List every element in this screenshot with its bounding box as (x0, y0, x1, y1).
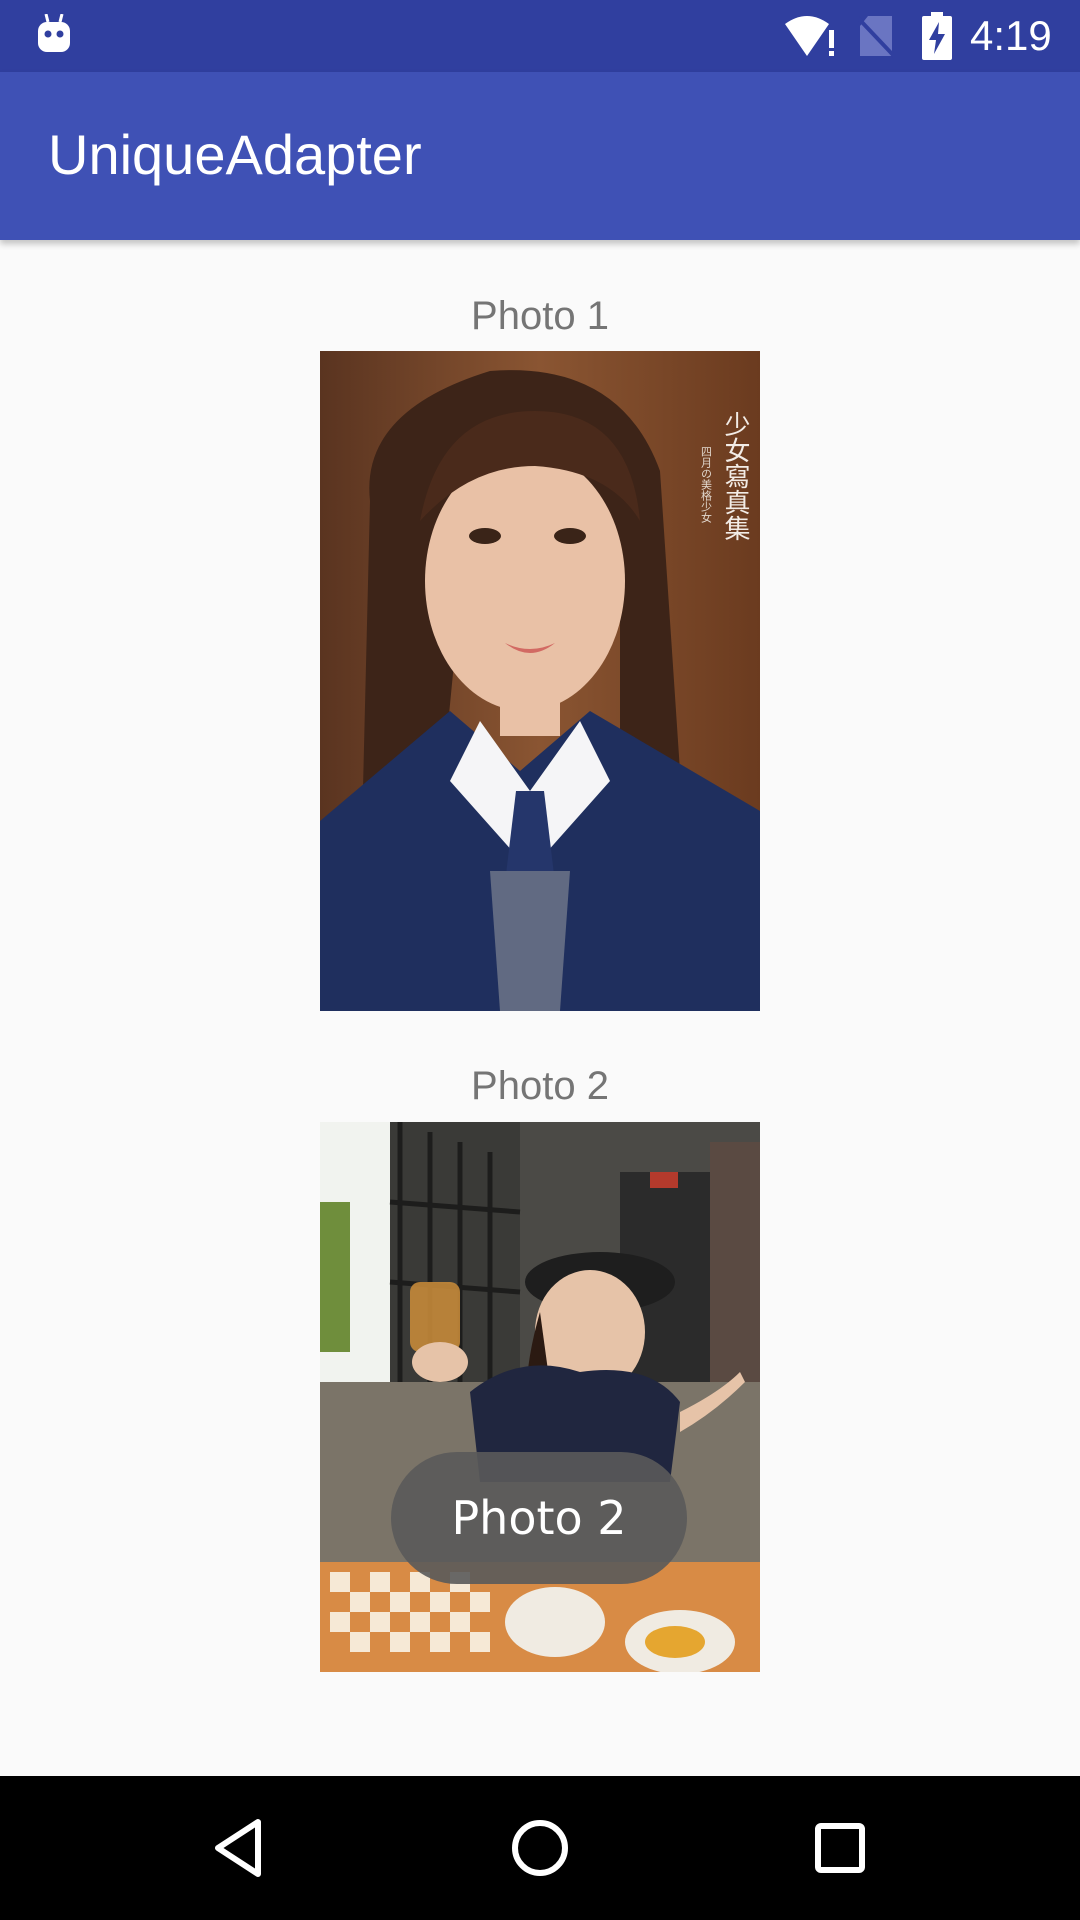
photo-1-image[interactable]: 少女寫真集 四月の美格少女 (320, 351, 760, 1011)
android-robot-icon (38, 14, 70, 52)
photo-1-label: Photo 1 (471, 294, 609, 338)
battery-charging-icon (922, 12, 952, 60)
svg-text:少女寫真集: 少女寫真集 (720, 411, 750, 541)
app-title: UniqueAdapter (48, 123, 422, 186)
back-icon[interactable] (200, 1806, 284, 1890)
photo-2-label: Photo 2 (471, 1064, 609, 1108)
recents-icon[interactable] (798, 1806, 882, 1890)
photo-2-image[interactable] (320, 1122, 760, 1672)
status-bar: 4:19 (0, 0, 1080, 72)
wifi-alert-icon (785, 16, 834, 56)
no-sim-icon (858, 16, 894, 58)
svg-text:四月の美格少女: 四月の美格少女 (700, 446, 713, 524)
status-clock: 4:19 (970, 12, 1052, 59)
home-icon[interactable] (498, 1806, 582, 1890)
navigation-bar (0, 1776, 1080, 1920)
app-bar: UniqueAdapter (0, 72, 1080, 240)
toast-message: Photo 2 (391, 1452, 687, 1584)
